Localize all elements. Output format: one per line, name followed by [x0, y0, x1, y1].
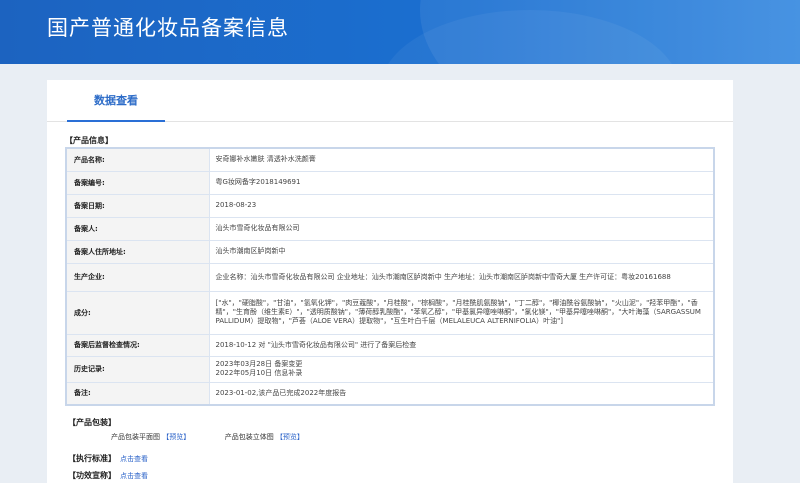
stereo-image-preview-link[interactable]: 【预览】: [276, 433, 304, 441]
packaging-row: 产品包装平面图 【预览】 产品包装立体图 【预览】: [111, 432, 304, 442]
table-row: 备案日期: 2018-08-23: [65, 193, 715, 218]
section-title-packaging: 【产品包装】: [68, 418, 116, 427]
ingredients-value: ["水"，"硬脂酸"，"甘油"，"氢氧化钾"，"肉豆蔻酸"，"月桂酸"，"棕榈酸…: [208, 290, 715, 335]
table-row: 备注: 2023-01-02,该产品已完成2022年度报告: [65, 381, 715, 406]
row-label: 备案人:: [65, 216, 210, 241]
table-row: 历史记录: 2023年03月28日 备案变更 2022年05月10日 信息补录: [65, 355, 715, 383]
row-label: 历史记录:: [65, 355, 210, 383]
history-entry: 2023年03月28日 备案变更: [215, 360, 303, 368]
site-title: 国产普通化妆品备案信息: [47, 16, 289, 40]
table-row: 备案后监督检查情况: 2018-10-12 对 "汕头市雪奇化妆品有限公司" 进…: [65, 333, 715, 357]
stereo-image-label: 产品包装立体图: [224, 433, 274, 441]
table-row: 备案编号: 粤G妆网备字2018149691: [65, 170, 715, 195]
product-name-value: 安奇娜补水嫩肤 清透补水洗颜膏: [208, 147, 715, 172]
table-row: 产品名称: 安奇娜补水嫩肤 清透补水洗颜膏: [65, 147, 715, 172]
row-label: 产品名称:: [65, 147, 210, 172]
table-row: 成分: ["水"，"硬脂酸"，"甘油"，"氢氧化钾"，"肉豆蔻酸"，"月桂酸"，…: [65, 290, 715, 335]
row-label: 备案人住所地址:: [65, 239, 210, 264]
table-row: 生产企业: 企业名称：汕头市雪奇化妆品有限公司 企业地址：汕头市潮南区胪岗新中 …: [65, 262, 715, 292]
row-label: 备案日期:: [65, 193, 210, 218]
remarks-value: 2023-01-02,该产品已完成2022年度报告: [208, 381, 715, 406]
flat-image-preview-link[interactable]: 【预览】: [162, 433, 190, 441]
efficacy-row: 【功效宣称】 点击查看: [68, 470, 148, 481]
standard-view-link[interactable]: 点击查看: [120, 455, 148, 463]
efficacy-view-link[interactable]: 点击查看: [120, 472, 148, 480]
content-panel: 数据查看 【产品信息】 产品名称: 安奇娜补水嫩肤 清透补水洗颜膏 备案编号: …: [47, 80, 733, 483]
standard-label: 【执行标准】: [68, 454, 116, 463]
row-label: 生产企业:: [65, 262, 210, 292]
flat-image-label: 产品包装平面图: [111, 433, 160, 441]
record-number-value: 粤G妆网备字2018149691: [208, 170, 715, 195]
registrant-address-value: 汕头市潮南区胪岗新中: [208, 239, 715, 264]
row-label: 备案后监督检查情况:: [65, 333, 210, 357]
row-label: 成分:: [65, 290, 210, 335]
row-label: 备案编号:: [65, 170, 210, 195]
tab-data-view[interactable]: 数据查看: [67, 80, 165, 122]
history-value: 2023年03月28日 备案变更 2022年05月10日 信息补录: [208, 355, 715, 383]
section-title-product-info: 【产品信息】: [65, 136, 113, 145]
manufacturer-value: 企业名称：汕头市雪奇化妆品有限公司 企业地址：汕头市潮南区胪岗新中 生产地址：汕…: [208, 262, 715, 292]
table-row: 备案人: 汕头市雪奇化妆品有限公司: [65, 216, 715, 241]
top-banner: 国产普通化妆品备案信息: [0, 0, 800, 64]
history-entry: 2022年05月10日 信息补录: [215, 369, 303, 377]
standard-row: 【执行标准】 点击查看: [68, 453, 148, 464]
tab-bar: 数据查看: [47, 80, 733, 122]
row-label: 备注:: [65, 381, 210, 406]
inspection-value: 2018-10-12 对 "汕头市雪奇化妆品有限公司" 进行了备案后检查: [208, 333, 715, 357]
registrant-value: 汕头市雪奇化妆品有限公司: [208, 216, 715, 241]
table-row: 备案人住所地址: 汕头市潮南区胪岗新中: [65, 239, 715, 264]
product-info-table: 产品名称: 安奇娜补水嫩肤 清透补水洗颜膏 备案编号: 粤G妆网备字201814…: [65, 147, 715, 406]
efficacy-label: 【功效宣称】: [68, 471, 116, 480]
record-date-value: 2018-08-23: [208, 193, 715, 218]
